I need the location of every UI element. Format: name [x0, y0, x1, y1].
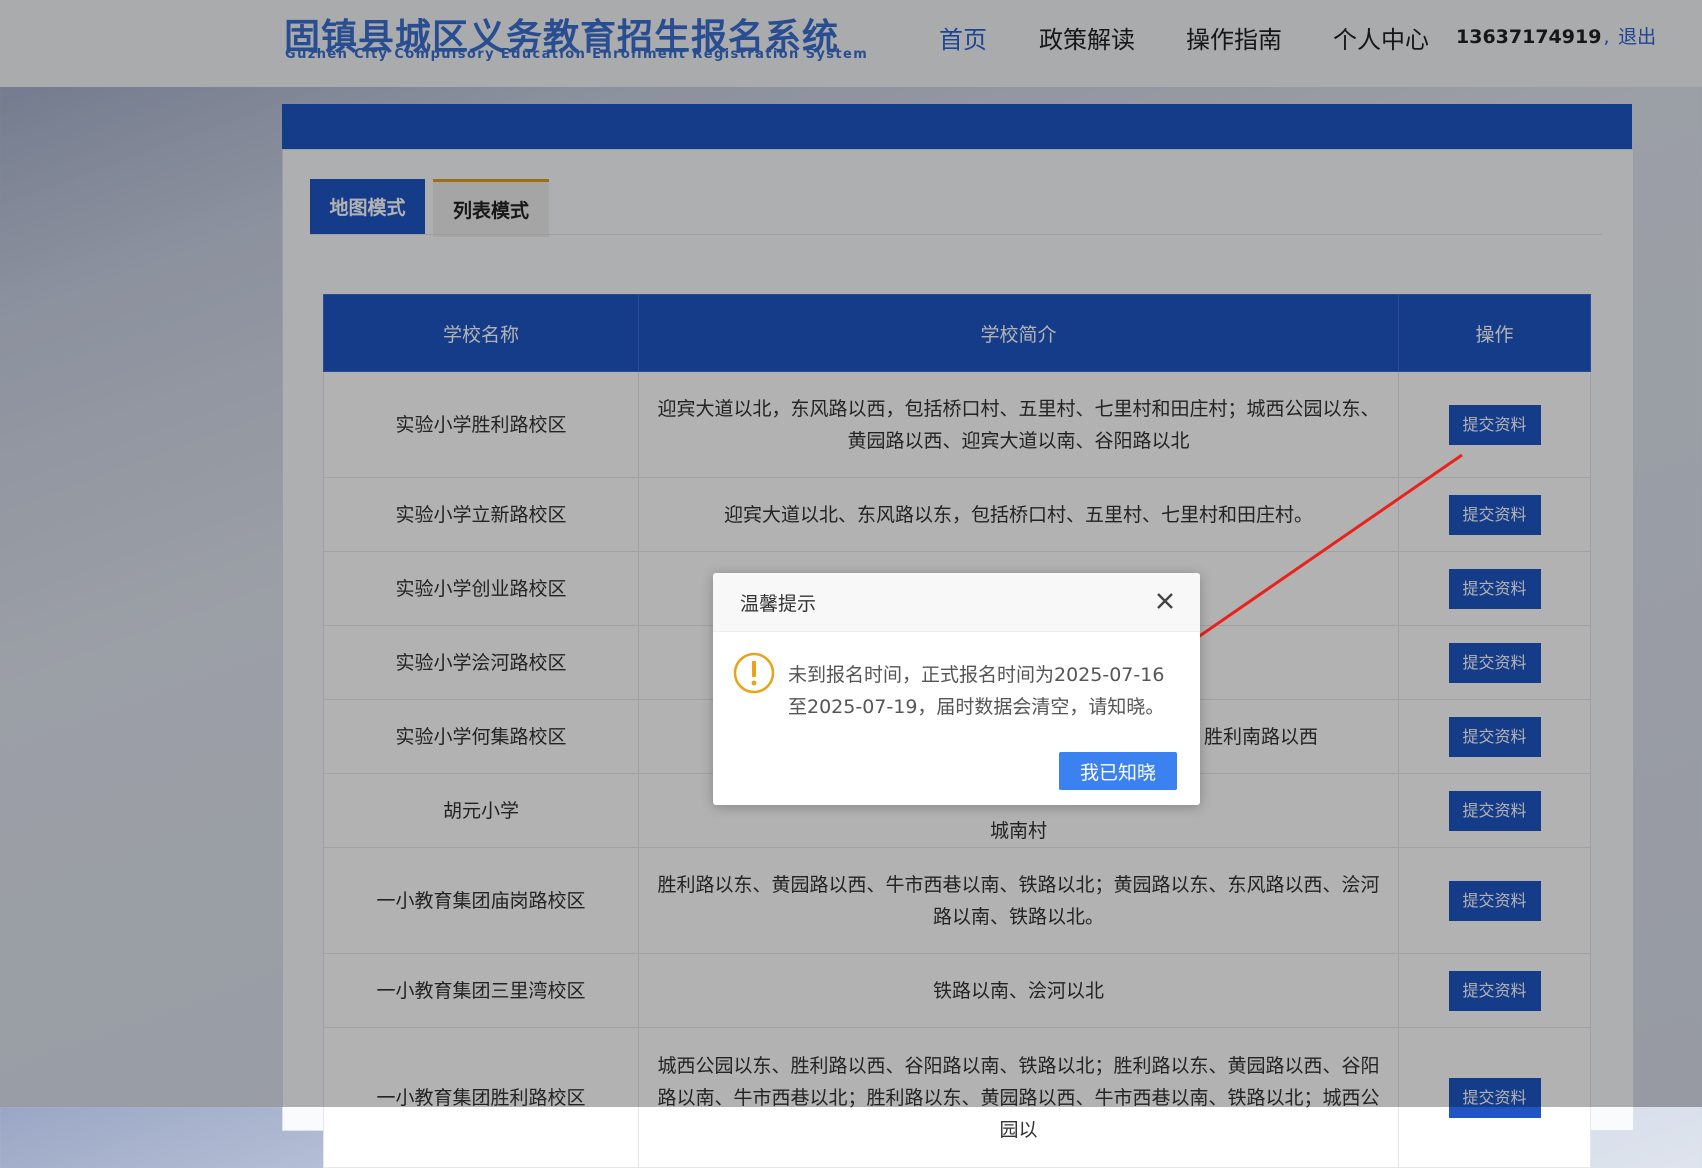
- acknowledge-button[interactable]: 我已知晓: [1059, 752, 1177, 790]
- close-icon[interactable]: [1153, 589, 1177, 613]
- warning-icon: [733, 652, 775, 694]
- dialog-message: 未到报名时间，正式报名时间为2025-07-16至2025-07-19，届时数据…: [788, 664, 1165, 718]
- notice-dialog: 温馨提示 未到报名时间，正式报名时间为2025-07-16至2025-07-19…: [713, 573, 1200, 805]
- dialog-header: 温馨提示: [713, 573, 1200, 632]
- annotation-arrow: [1172, 453, 1463, 655]
- dialog-title: 温馨提示: [740, 593, 817, 615]
